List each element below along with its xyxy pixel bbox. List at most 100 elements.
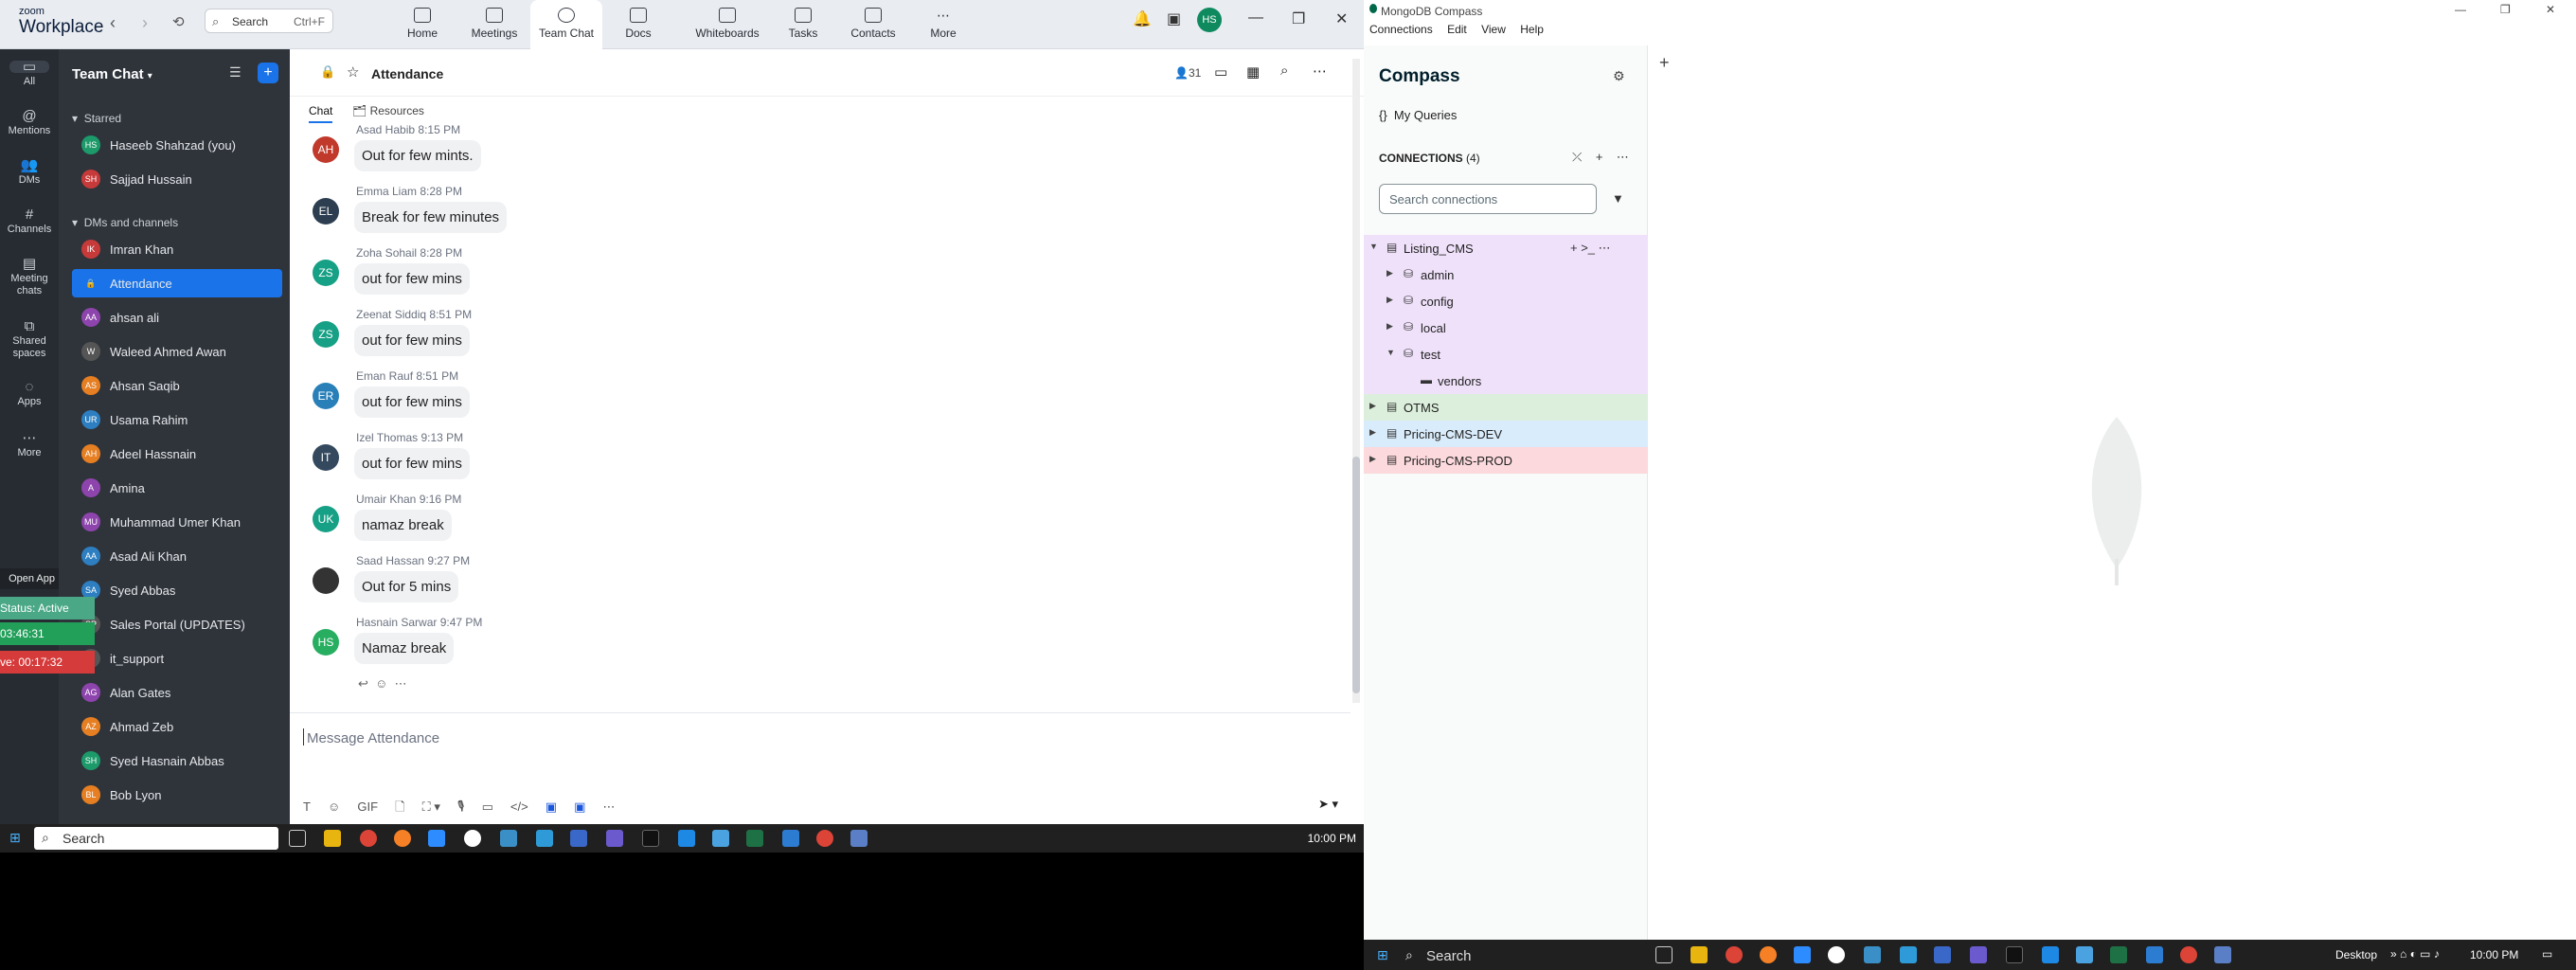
list-item[interactable]: AZ Ahmad Zeb [72, 712, 282, 741]
search-input[interactable]: ⌕ Search Ctrl+F [205, 9, 333, 33]
list-item[interactable]: AA Asad Ali Khan [72, 542, 282, 570]
user-avatar[interactable]: HS [1197, 8, 1222, 32]
message-author[interactable]: Zoha Sohail [356, 246, 417, 260]
more-dots-icon[interactable]: ⋯ [603, 799, 616, 814]
list-item[interactable]: itit_support [72, 644, 282, 673]
rail-dms[interactable]: 👥 DMs [0, 158, 59, 187]
search-icon[interactable]: ⌕ [1280, 63, 1288, 79]
video-icon[interactable]: ▭ [1214, 63, 1227, 81]
chevron-right-icon[interactable]: ▶ [1369, 427, 1376, 438]
open-app-button[interactable]: Open App [0, 568, 59, 589]
tab-whiteboards[interactable]: Whiteboards [682, 0, 773, 49]
minimize-icon[interactable]: — [2455, 3, 2466, 16]
close-icon[interactable]: ✕ [1335, 9, 1348, 28]
search-connections-input[interactable]: Search connections [1379, 184, 1597, 214]
terminal-icon[interactable] [2006, 946, 2023, 963]
app-lightblue-icon[interactable] [712, 830, 729, 847]
menu-help[interactable]: Help [1520, 23, 1544, 36]
app-violet-icon[interactable] [606, 830, 623, 847]
rail-channels[interactable]: # Channels [0, 207, 59, 236]
my-queries-link[interactable]: {} My Queries [1379, 108, 1457, 122]
tab-more[interactable]: ⋯ More [907, 0, 979, 49]
tab-docs[interactable]: Docs [602, 0, 674, 49]
tab-home[interactable]: Home [386, 0, 458, 49]
close-icon[interactable]: ✕ [2546, 3, 2555, 16]
message-item[interactable]: Saad Hassan 9:27 PM Out for 5 mins [309, 554, 972, 611]
message-actions[interactable]: ↩ ☺ ⋯ [358, 676, 407, 692]
list-item[interactable]: IK Imran Khan [72, 235, 282, 263]
filter-icon[interactable]: ☰ [229, 64, 242, 81]
chrome-2-icon[interactable] [2180, 946, 2197, 963]
message-author[interactable]: Zeenat Siddiq [356, 308, 426, 321]
calendar-icon[interactable]: ▦ [1246, 63, 1260, 81]
message-item[interactable]: ZS Zoha Sohail 8:28 PM out for few mins [309, 246, 972, 303]
tab-tasks[interactable]: Tasks [767, 0, 839, 49]
app-icon-blue-2[interactable]: ▣ [574, 799, 585, 814]
tab-team-chat[interactable]: Team Chat [530, 0, 602, 49]
vscode-icon[interactable] [2042, 946, 2059, 963]
list-item[interactable]: AA ahsan ali [72, 303, 282, 332]
rail-mentions[interactable]: @ Mentions [0, 109, 59, 137]
message-author[interactable]: Hasnain Sarwar [356, 616, 437, 629]
desktop-label[interactable]: Desktop [2335, 948, 2377, 961]
star-icon[interactable]: ☆ [347, 63, 359, 81]
chat-scrollbar[interactable] [1352, 59, 1360, 703]
list-item[interactable]: SA Syed Abbas [72, 576, 282, 604]
excel-icon[interactable] [746, 830, 763, 847]
list-item[interactable]: BL Bob Lyon [72, 781, 282, 809]
gear-icon[interactable]: ⚙ [1613, 68, 1625, 84]
app-blue-2-icon[interactable] [1900, 946, 1917, 963]
list-item[interactable]: HS Haseeb Shahzad (you) [72, 131, 282, 159]
app-white-icon[interactable] [1828, 946, 1845, 963]
tab-meetings[interactable]: Meetings [458, 0, 530, 49]
rail-all[interactable]: ▭ All [0, 60, 59, 88]
app-violet-icon[interactable] [1970, 946, 1987, 963]
list-item[interactable]: SH Syed Hasnain Abbas [72, 746, 282, 775]
message-author[interactable]: Emma Liam [356, 185, 417, 198]
zoom-taskbar-icon[interactable] [428, 830, 445, 847]
message-author[interactable]: Saad Hassan [356, 554, 424, 567]
task-view-icon[interactable] [1655, 946, 1673, 963]
notification-bell-icon[interactable]: 🔔 [1133, 9, 1152, 28]
windows-start-icon[interactable]: ⊞ [9, 830, 21, 846]
tree-item[interactable]: ▶ ⛁ admin [1364, 261, 1648, 288]
avatar[interactable] [313, 567, 339, 594]
rail-shared-spaces[interactable]: ⧉ Shared spaces [0, 319, 59, 360]
more-dots-icon[interactable]: ⋯ [1313, 63, 1327, 80]
members-count[interactable]: 👤31 [1174, 66, 1201, 80]
minimize-icon[interactable]: — [1248, 9, 1263, 27]
rail-more[interactable]: ⋯ More [0, 431, 59, 459]
terminal-icon[interactable] [642, 830, 659, 847]
list-item[interactable]: W Waleed Ahmed Awan [72, 337, 282, 366]
app-lightblue-icon[interactable] [2076, 946, 2093, 963]
menu-view[interactable]: View [1481, 23, 1506, 36]
excel-icon[interactable] [2110, 946, 2127, 963]
maximize-icon[interactable]: ❐ [2500, 3, 2511, 16]
list-item[interactable]: A Amina [72, 474, 282, 502]
message-item[interactable]: ZS Zeenat Siddiq 8:51 PM out for few mins [309, 308, 972, 365]
chrome-2-icon[interactable] [816, 830, 833, 847]
tree-item[interactable]: ▶ ⛁ local [1364, 314, 1648, 341]
mic-icon[interactable]: 🎙 [457, 799, 465, 814]
team-chat-title[interactable]: Team Chat ▾ [72, 66, 152, 82]
app-blue-3-icon[interactable] [782, 830, 799, 847]
add-connection-icon[interactable]: + [1596, 150, 1603, 164]
message-item[interactable]: AH Asad Habib 8:15 PM Out for few mints. [309, 123, 972, 180]
video-message-icon[interactable]: ▭ [482, 799, 493, 814]
taskbar-search[interactable]: ⌕ Search [34, 827, 278, 850]
section-starred[interactable]: ▾ Starred [72, 112, 121, 125]
app-blue-icon[interactable] [500, 830, 517, 847]
rail-apps[interactable]: ◌ Apps [0, 380, 59, 408]
chevron-down-icon[interactable]: ▼ [1386, 348, 1395, 357]
taskbar-search[interactable]: Search [1426, 948, 1472, 964]
chevron-down-icon[interactable]: ▼ [1369, 242, 1378, 251]
app-doc-icon[interactable] [2214, 946, 2231, 963]
app-icon-blue[interactable]: ▣ [546, 799, 557, 814]
collapse-all-icon[interactable]: ⤫ [1572, 150, 1582, 164]
message-author[interactable]: Asad Habib [356, 123, 415, 136]
tree-item[interactable]: ▶ ▤ Pricing-CMS-DEV [1364, 421, 1648, 447]
more-dots-icon[interactable]: ⋯ [1617, 150, 1629, 164]
task-view-icon[interactable] [289, 830, 306, 847]
avatar[interactable]: EL [313, 198, 339, 225]
tree-item[interactable]: ▶ ▤ OTMS [1364, 394, 1648, 421]
